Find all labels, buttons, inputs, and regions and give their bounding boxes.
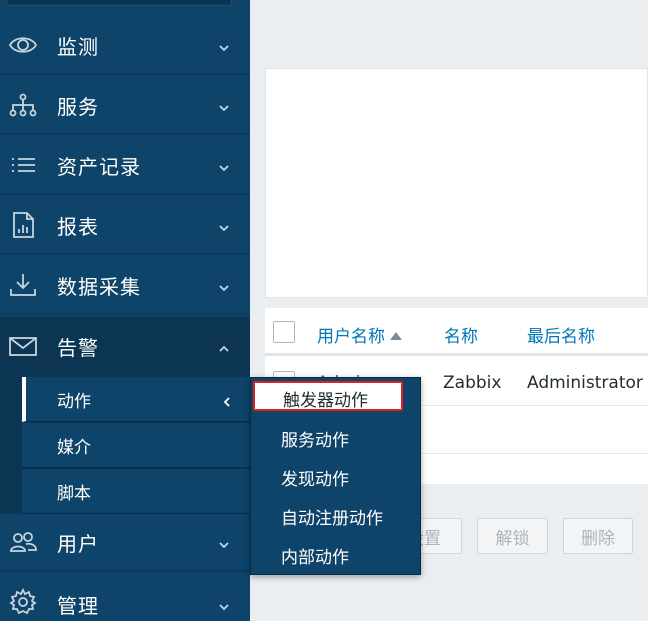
- submenu-item-label: 动作: [57, 391, 91, 412]
- submenu-item-actions[interactable]: 动作: [22, 377, 250, 422]
- column-header-surname[interactable]: 最后名称: [527, 322, 595, 347]
- list-icon: [8, 150, 38, 180]
- popup-item-discovery-actions[interactable]: 发现动作: [281, 465, 349, 490]
- sidebar-item-alerts[interactable]: 告警: [0, 317, 250, 377]
- sidebar-item-label: 监测: [57, 34, 99, 59]
- submenu-item-scripts[interactable]: 脚本: [22, 469, 250, 514]
- chevron-down-icon: [218, 219, 230, 232]
- chevron-down-icon: [218, 39, 230, 52]
- sidebar-item-label: 资产记录: [57, 154, 141, 179]
- sitemap-icon: [8, 90, 38, 120]
- popup-item-autoregistration-actions[interactable]: 自动注册动作: [281, 504, 383, 529]
- chevron-left-icon: [222, 393, 232, 407]
- sidebar-item-administration[interactable]: 管理: [0, 574, 250, 621]
- sidebar-item-label: 数据采集: [57, 274, 141, 299]
- sidebar-item-services[interactable]: 服务: [0, 77, 250, 135]
- chevron-down-icon: [218, 159, 230, 172]
- sort-ascending-icon: [390, 332, 402, 340]
- sidebar-item-label: 用户: [57, 531, 99, 556]
- chevron-down-icon: [218, 598, 230, 611]
- alerts-submenu: 动作 媒介 脚本: [0, 377, 250, 514]
- table-header: 用户名称 名称 最后名称: [265, 308, 648, 356]
- column-header-label: 用户名称: [317, 327, 385, 347]
- download-icon: [8, 270, 38, 300]
- submenu-item-media[interactable]: 媒介: [22, 423, 250, 468]
- popup-item-internal-actions[interactable]: 内部动作: [281, 543, 349, 568]
- column-header-name[interactable]: 名称: [444, 322, 478, 347]
- sidebar-item-label: 服务: [57, 94, 99, 119]
- popup-item-label: 触发器动作: [283, 391, 368, 411]
- surname-cell: Administrator: [527, 373, 643, 393]
- search-input[interactable]: [6, 0, 232, 6]
- envelope-icon: [8, 331, 38, 361]
- sidebar-item-label: 管理: [57, 594, 99, 618]
- column-header-username[interactable]: 用户名称: [317, 322, 402, 347]
- select-all-checkbox[interactable]: [273, 321, 295, 343]
- submenu-item-label: 媒介: [57, 437, 91, 458]
- actions-popup-menu: 触发器动作 服务动作 发现动作 自动注册动作 内部动作: [250, 377, 421, 575]
- chevron-down-icon: [218, 279, 230, 292]
- popup-item-service-actions[interactable]: 服务动作: [281, 426, 349, 451]
- users-icon: [8, 527, 38, 557]
- name-cell: Zabbix: [443, 373, 502, 393]
- unblock-button[interactable]: 解锁: [477, 518, 548, 554]
- eye-icon: [8, 30, 38, 60]
- report-icon: [8, 210, 38, 240]
- sidebar-item-label: 报表: [57, 214, 99, 239]
- sidebar: 监测 服务 资产记录 报表 数据采集 告警 动作 媒介 脚本 用户 管理: [0, 0, 250, 621]
- popup-item-trigger-actions[interactable]: 触发器动作: [253, 381, 403, 411]
- sidebar-item-label: 告警: [57, 335, 99, 360]
- sidebar-item-reports[interactable]: 报表: [0, 197, 250, 255]
- sidebar-item-users[interactable]: 用户: [0, 514, 250, 572]
- gear-icon: [8, 587, 38, 617]
- submenu-item-label: 脚本: [57, 483, 91, 504]
- sidebar-item-inventory[interactable]: 资产记录: [0, 137, 250, 195]
- sidebar-item-data-collection[interactable]: 数据采集: [0, 257, 250, 315]
- sidebar-item-monitoring[interactable]: 监测: [0, 17, 250, 75]
- chevron-down-icon: [218, 536, 230, 549]
- chevron-down-icon: [218, 99, 230, 112]
- chevron-up-icon: [218, 340, 230, 352]
- filter-panel: [265, 68, 648, 298]
- delete-button[interactable]: 删除: [563, 518, 633, 554]
